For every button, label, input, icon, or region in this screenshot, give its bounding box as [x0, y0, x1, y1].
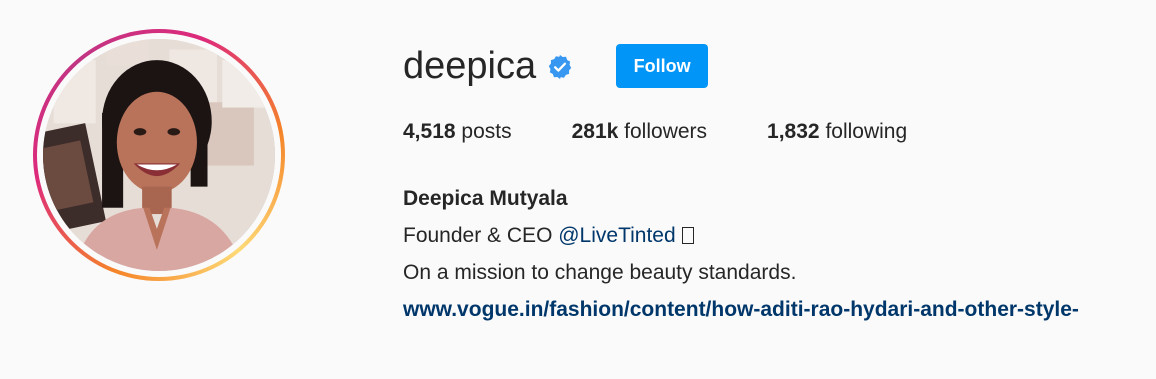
profile-header: deepica Follow 4,518 posts 281k follower… — [0, 0, 1156, 379]
mention-link[interactable]: @LiveTinted — [558, 224, 675, 247]
emoji-glyph-icon — [681, 227, 694, 244]
profile-stats: 4,518 posts 281k followers 1,832 followi… — [403, 119, 967, 145]
posts-count: 4,518 — [403, 120, 456, 143]
verified-badge-icon — [548, 54, 572, 80]
avatar-photo — [43, 39, 275, 271]
profile-bio: Deepica Mutyala Founder & CEO @LiveTinte… — [403, 180, 1079, 328]
followers-label: followers — [624, 120, 708, 143]
posts-stat: 4,518 posts — [403, 119, 512, 145]
avatar[interactable] — [43, 39, 275, 271]
follow-button[interactable]: Follow — [616, 44, 709, 88]
website-link[interactable]: www.vogue.in/fashion/content/how-aditi-r… — [403, 298, 1079, 321]
bio-line-1: Founder & CEO @LiveTinted — [403, 217, 1079, 254]
bio-website: www.vogue.in/fashion/content/how-aditi-r… — [403, 291, 1079, 328]
following-count: 1,832 — [767, 120, 820, 143]
full-name: Deepica Mutyala — [403, 187, 568, 210]
following-label: following — [825, 120, 908, 143]
followers-stat[interactable]: 281k followers — [572, 119, 707, 145]
posts-label: posts — [461, 120, 512, 143]
username-row: deepica Follow — [403, 42, 709, 90]
following-stat[interactable]: 1,832 following — [767, 119, 907, 145]
avatar-inner-border — [37, 33, 281, 277]
bio-title: Founder & CEO — [403, 224, 559, 247]
username: deepica — [403, 45, 537, 87]
followers-count: 281k — [571, 120, 619, 143]
profile-avatar-story-ring[interactable] — [33, 29, 285, 281]
bio-line-2: On a mission to change beauty standards. — [403, 261, 797, 284]
